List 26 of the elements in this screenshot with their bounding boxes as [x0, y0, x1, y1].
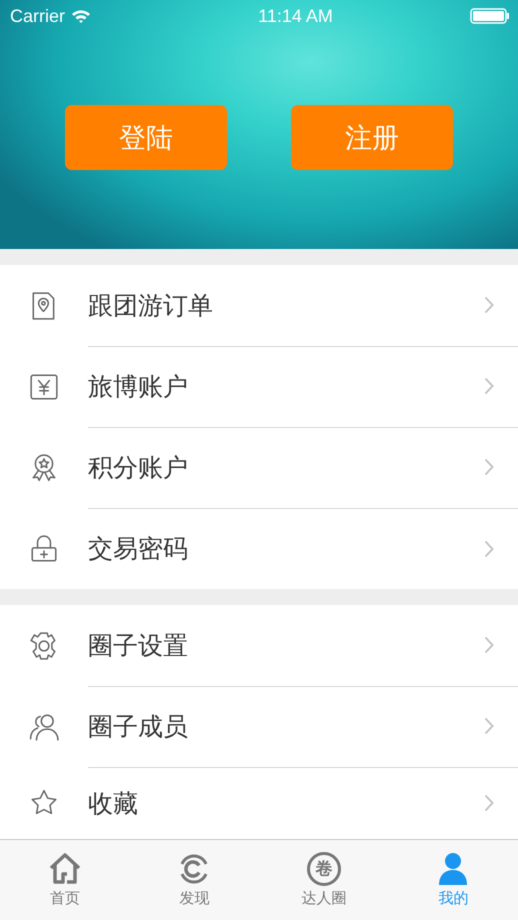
menu-item[interactable]: 旅博账户 [0, 346, 518, 427]
carrier-name: Carrier [10, 6, 66, 26]
status-time: 11:14 AM [258, 6, 333, 26]
menu-item[interactable]: 圈子设置 [0, 605, 518, 686]
chevron-icon [484, 636, 494, 654]
people-icon [29, 712, 59, 742]
battery-icon [470, 8, 510, 24]
chevron-icon [484, 717, 494, 735]
menu-item[interactable]: 跟团游订单 [0, 265, 518, 346]
chevron-icon [484, 296, 494, 314]
menu-item[interactable]: 收藏 [0, 767, 518, 839]
wifi-icon [71, 8, 92, 24]
circle-character-icon: 卷 [306, 852, 341, 886]
tab-bar-item[interactable]: 卷 达人圈 [259, 840, 388, 920]
yen-icon [29, 372, 59, 402]
chevron-icon [484, 794, 494, 812]
padlock-icon [29, 534, 59, 564]
chevron-icon [484, 458, 494, 476]
chevron-icon [484, 377, 494, 395]
tab-bar-item[interactable]: 首页 [0, 840, 130, 920]
menu-item[interactable]: 积分账户 [0, 427, 518, 508]
menu-item[interactable]: 圈子成员 [0, 686, 518, 767]
chevron-icon [484, 540, 494, 558]
tab-bar-item[interactable]: 发现 [130, 840, 259, 920]
menu-item[interactable]: 交易密码 [0, 508, 518, 589]
home-icon [48, 852, 82, 886]
